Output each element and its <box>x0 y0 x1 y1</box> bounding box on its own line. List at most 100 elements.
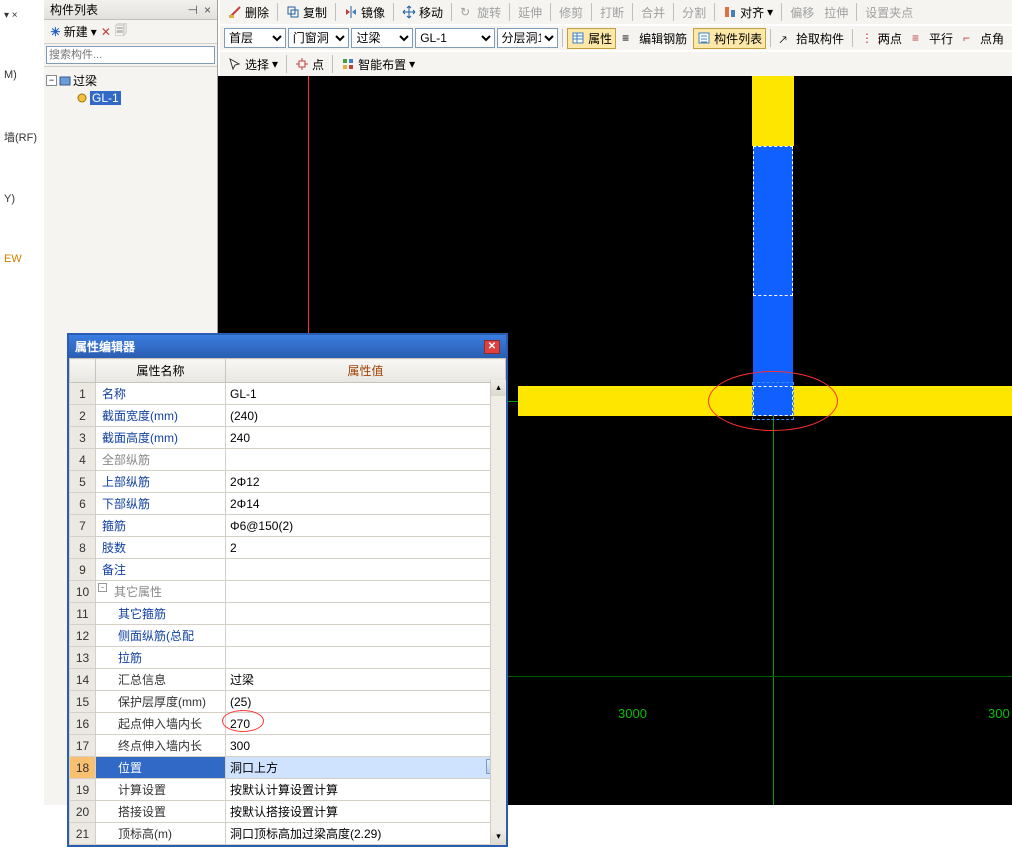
prop-value[interactable] <box>226 625 506 647</box>
prop-value[interactable] <box>226 559 506 581</box>
table-row[interactable]: 13拉筋 <box>70 647 506 669</box>
layer-select[interactable]: 分层洞1 <box>497 28 559 48</box>
panel-title-text: 构件列表 <box>50 1 98 18</box>
close-icon[interactable]: × <box>204 3 211 17</box>
search-input[interactable] <box>46 46 215 64</box>
new-button[interactable]: ☀ 新建 ▾ <box>50 23 97 40</box>
prop-value[interactable] <box>226 449 506 471</box>
rotate-button: ↻旋转 <box>456 2 505 23</box>
table-row[interactable]: 4全部纵筋 <box>70 449 506 471</box>
dropdown-arrow-icon[interactable]: ▾ <box>409 57 415 71</box>
tree-root[interactable]: − 过梁 <box>46 71 215 90</box>
prop-value[interactable]: 240 <box>226 427 506 449</box>
table-row[interactable]: 12侧面纵筋(总配 <box>70 625 506 647</box>
table-row[interactable]: 19计算设置按默认计算设置计算 <box>70 779 506 801</box>
property-editor-dialog[interactable]: 属性编辑器 ✕ 属性名称 属性值 1名称GL-12截面宽度(mm)(240)3截… <box>67 333 508 847</box>
dropdown-arrow-icon[interactable]: ▾ <box>767 5 773 19</box>
prop-value[interactable]: Φ6@150(2) <box>226 515 506 537</box>
prop-name: 截面高度(mm) <box>96 427 226 449</box>
copy-button[interactable]: 复制 <box>282 2 331 23</box>
type-select[interactable]: 过梁 <box>351 28 413 48</box>
component-tree[interactable]: − 过梁 GL-1 <box>44 67 217 110</box>
editrebar-button[interactable]: ≡编辑钢筋 <box>618 28 691 49</box>
prop-value[interactable]: 洞口上方▾ <box>226 757 506 779</box>
align-button[interactable]: 对齐▾ <box>719 2 777 23</box>
corner-button[interactable]: ⌐点角 <box>959 28 1008 49</box>
table-row[interactable]: 18位置洞口上方▾ <box>70 757 506 779</box>
subcat-select[interactable]: 门窗洞 <box>288 28 350 48</box>
selected-member[interactable] <box>753 146 793 296</box>
prop-value[interactable] <box>226 603 506 625</box>
scrollbar[interactable]: ▴ ▾ <box>490 380 506 845</box>
prop-value[interactable]: 2Φ14 <box>226 493 506 515</box>
table-row[interactable]: 11其它箍筋 <box>70 603 506 625</box>
prop-name: 计算设置 <box>96 779 226 801</box>
table-row[interactable]: 1名称GL-1 <box>70 383 506 405</box>
table-row[interactable]: 3截面高度(mm)240 <box>70 427 506 449</box>
parallel-button[interactable]: ≡平行 <box>908 28 957 49</box>
prop-value[interactable]: 按默认搭接设置计算 <box>226 801 506 823</box>
table-row[interactable]: 5上部纵筋2Φ12 <box>70 471 506 493</box>
close-button[interactable]: ✕ <box>484 340 500 354</box>
prop-value[interactable]: 270 <box>226 713 506 735</box>
table-row[interactable]: 9备注 <box>70 559 506 581</box>
twopoint-button[interactable]: ⋮⋮两点 <box>857 28 906 49</box>
table-row[interactable]: 14汇总信息过梁 <box>70 669 506 691</box>
table-row[interactable]: 2截面宽度(mm)(240) <box>70 405 506 427</box>
table-row[interactable]: 16起点伸入墙内长270 <box>70 713 506 735</box>
prop-value[interactable]: 按默认计算设置计算 <box>226 779 506 801</box>
prop-name: 位置 <box>96 757 226 779</box>
pin-icon[interactable]: ⊣ <box>188 3 198 17</box>
prop-value[interactable]: GL-1 <box>226 383 506 405</box>
point-button[interactable]: 点 <box>291 54 328 75</box>
dimension-text: 300 <box>988 706 1010 721</box>
smart-button[interactable]: 智能布置▾ <box>337 54 419 75</box>
pick-button[interactable]: 🡕拾取构件 <box>775 28 848 49</box>
highlight-mark <box>222 710 264 732</box>
table-row[interactable]: 21顶标高(m)洞口顶标高加过梁高度(2.29) <box>70 823 506 845</box>
close-red-icon[interactable]: ✕ <box>101 25 111 39</box>
prop-value[interactable] <box>226 581 506 603</box>
floor-select[interactable]: 首层 <box>224 28 286 48</box>
prop-value[interactable]: (240) <box>226 405 506 427</box>
scroll-up-icon[interactable]: ▴ <box>491 380 506 396</box>
row-number: 21 <box>70 823 96 845</box>
prop-value[interactable]: 过梁 <box>226 669 506 691</box>
prop-value[interactable]: (25) <box>226 691 506 713</box>
prop-value[interactable]: 300 <box>226 735 506 757</box>
property-table[interactable]: 属性名称 属性值 1名称GL-12截面宽度(mm)(240)3截面高度(mm)2… <box>69 358 506 845</box>
table-row[interactable]: 10-其它属性 <box>70 581 506 603</box>
scroll-down-icon[interactable]: ▾ <box>491 829 506 845</box>
prop-value[interactable] <box>226 647 506 669</box>
rotate-icon: ↻ <box>460 5 474 19</box>
table-row[interactable]: 20搭接设置按默认搭接设置计算 <box>70 801 506 823</box>
memberlist-button[interactable]: 构件列表 <box>693 28 766 49</box>
table-row[interactable]: 7箍筋Φ6@150(2) <box>70 515 506 537</box>
dimension-text: 3000 <box>618 706 647 721</box>
dropdown-arrow-icon[interactable]: ▾ <box>91 25 97 39</box>
dropdown-arrow-icon[interactable]: ▾ <box>272 57 278 71</box>
copy-icon[interactable]: 🗐 <box>115 21 127 42</box>
delete-icon <box>228 5 242 19</box>
member-select[interactable]: GL-1 <box>415 28 494 48</box>
table-row[interactable]: 15保护层厚度(mm)(25) <box>70 691 506 713</box>
collapse-icon[interactable]: - <box>98 583 107 592</box>
prop-value[interactable]: 洞口顶标高加过梁高度(2.29) <box>226 823 506 845</box>
props-button[interactable]: 属性 <box>567 28 616 49</box>
split-button: 分割 <box>678 2 710 23</box>
select-button[interactable]: 选择▾ <box>224 54 282 75</box>
delete-button[interactable]: 删除 <box>224 2 273 23</box>
prop-name: 名称 <box>96 383 226 405</box>
table-row[interactable]: 8肢数2 <box>70 537 506 559</box>
prop-value[interactable]: 2Φ12 <box>226 471 506 493</box>
collapse-icon[interactable]: − <box>46 75 57 86</box>
dialog-title-bar[interactable]: 属性编辑器 ✕ <box>69 335 506 358</box>
mirror-button[interactable]: 镜像 <box>340 2 389 23</box>
wall-segment[interactable] <box>752 76 794 146</box>
prop-value[interactable]: 2 <box>226 537 506 559</box>
table-row[interactable]: 6下部纵筋2Φ14 <box>70 493 506 515</box>
row-number: 18 <box>70 757 96 779</box>
table-row[interactable]: 17终点伸入墙内长300 <box>70 735 506 757</box>
tree-child[interactable]: GL-1 <box>46 90 215 106</box>
move-button[interactable]: 移动 <box>398 2 447 23</box>
